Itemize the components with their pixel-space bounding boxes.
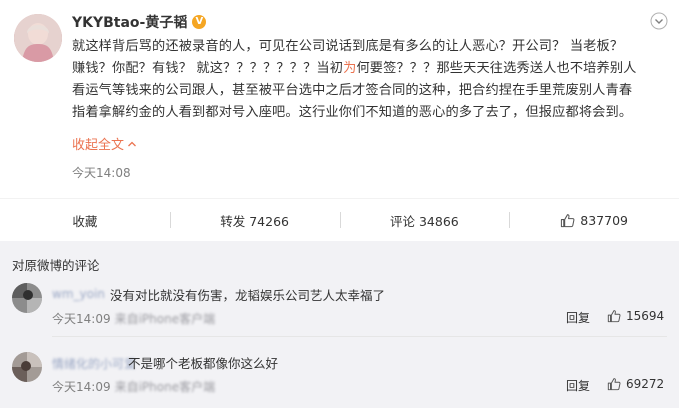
highlight-char: 为 bbox=[343, 61, 357, 76]
reply-button[interactable]: 回复 bbox=[566, 309, 590, 326]
post-line-segment: 赚钱？你配？有钱？ 就这？？？？？？？当初 bbox=[72, 61, 344, 76]
author-name[interactable]: YKYBtao-黄子韬 V bbox=[72, 12, 207, 32]
author-avatar[interactable] bbox=[14, 14, 62, 62]
comment-source: 来自iPhone客户端 bbox=[114, 312, 216, 326]
commenter-name[interactable]: wm_yoin bbox=[52, 287, 105, 301]
favorite-button[interactable]: 收藏 bbox=[0, 199, 170, 241]
weibo-post: YKYBtao-黄子韬 V 就这样背后骂的还被录音的人，可见在公司说话到底是有多… bbox=[0, 0, 679, 198]
comment-meta: 今天14:09 来自iPhone客户端 bbox=[52, 310, 215, 327]
post-line: 就这样背后骂的还被录音的人，可见在公司说话到底是有多么的让人恶心？开公司？ 当老… bbox=[72, 39, 624, 54]
comment-item: 情绪化的小可爱 不是哪个老板都像你这么好 今天14:09 来自iPhone客户端 … bbox=[0, 341, 679, 416]
post-timestamp[interactable]: 今天14:08 bbox=[72, 164, 131, 181]
comment-like-button[interactable]: 15694 bbox=[607, 309, 664, 323]
collapse-chevron-up-icon bbox=[128, 141, 136, 146]
repost-button[interactable]: 转发 74266 bbox=[169, 199, 340, 241]
collapse-full-text-link[interactable]: 收起全文 bbox=[72, 134, 138, 153]
comments-section: 对原微博的评论 wm_yoin 没有对比就没有伤害，龙韬娱乐公司艺人太幸福了 今… bbox=[0, 241, 679, 408]
reply-button[interactable]: 回复 bbox=[566, 377, 590, 394]
verified-badge-icon: V bbox=[192, 15, 207, 29]
post-line: 指着拿解约金的人看到都对号入座吧。这行业你们不知道的恶心的多了去了，但报应都将会… bbox=[72, 105, 633, 120]
repost-label[interactable]: 转发 74266 bbox=[220, 211, 289, 230]
like-button[interactable]: 837709 bbox=[509, 199, 679, 241]
post-line: 看运气等钱来的公司跟人，甚至被平台选中之后才签合同的这种，把合约捏在手里荒废别人… bbox=[72, 83, 633, 98]
thumb-up-icon[interactable] bbox=[607, 309, 621, 323]
comment-label[interactable]: 评论 34866 bbox=[390, 211, 459, 230]
like-count[interactable]: 837709 bbox=[580, 213, 628, 228]
commenter-avatar[interactable] bbox=[12, 283, 42, 313]
thumb-up-icon[interactable] bbox=[607, 377, 621, 391]
thumb-up-icon[interactable] bbox=[560, 213, 575, 228]
comment-text: 不是哪个老板都像你这么好 bbox=[128, 356, 279, 371]
commenter-name[interactable]: 情绪化的小可爱 bbox=[52, 355, 136, 372]
comment-like-button[interactable]: 69272 bbox=[607, 377, 664, 391]
comment-text: 没有对比就没有伤害，龙韬娱乐公司艺人太幸福了 bbox=[110, 288, 386, 303]
collapse-label[interactable]: 收起全文 bbox=[72, 134, 124, 153]
comment-divider bbox=[52, 336, 667, 337]
comments-title: 对原微博的评论 bbox=[12, 258, 100, 273]
post-body: 就这样背后骂的还被录音的人，可见在公司说话到底是有多么的让人恶心？开公司？ 当老… bbox=[72, 36, 666, 124]
comment-time: 今天14:09 bbox=[52, 380, 111, 394]
comment-time: 今天14:09 bbox=[52, 312, 111, 326]
commenter-avatar-image bbox=[12, 283, 42, 313]
more-chevron-icon[interactable] bbox=[650, 12, 668, 30]
post-line: 赚钱？你配？有钱？ 就这？？？？？？？当初为何要签？？？那些天天往选秀送人也不培… bbox=[72, 58, 666, 80]
comment-like-count[interactable]: 15694 bbox=[626, 309, 664, 323]
post-line-segment: 何要签？？？那些天天往选秀送人也不培养别人 bbox=[356, 61, 637, 76]
comment-like-count[interactable]: 69272 bbox=[626, 377, 664, 391]
comment-button[interactable]: 评论 34866 bbox=[339, 199, 510, 241]
commenter-avatar-image bbox=[12, 352, 42, 382]
author-name-text[interactable]: YKYBtao-黄子韬 bbox=[72, 12, 187, 32]
favorite-label[interactable]: 收藏 bbox=[72, 211, 97, 230]
action-bar: 收藏 转发 74266 评论 34866 837709 bbox=[0, 198, 679, 242]
comment-item: wm_yoin 没有对比就没有伤害，龙韬娱乐公司艺人太幸福了 今天14:09 来自… bbox=[0, 274, 679, 349]
comment-source: 来自iPhone客户端 bbox=[114, 380, 216, 394]
commenter-avatar[interactable] bbox=[12, 352, 42, 382]
comment-meta: 今天14:09 来自iPhone客户端 bbox=[52, 378, 215, 395]
avatar-image bbox=[14, 14, 62, 62]
